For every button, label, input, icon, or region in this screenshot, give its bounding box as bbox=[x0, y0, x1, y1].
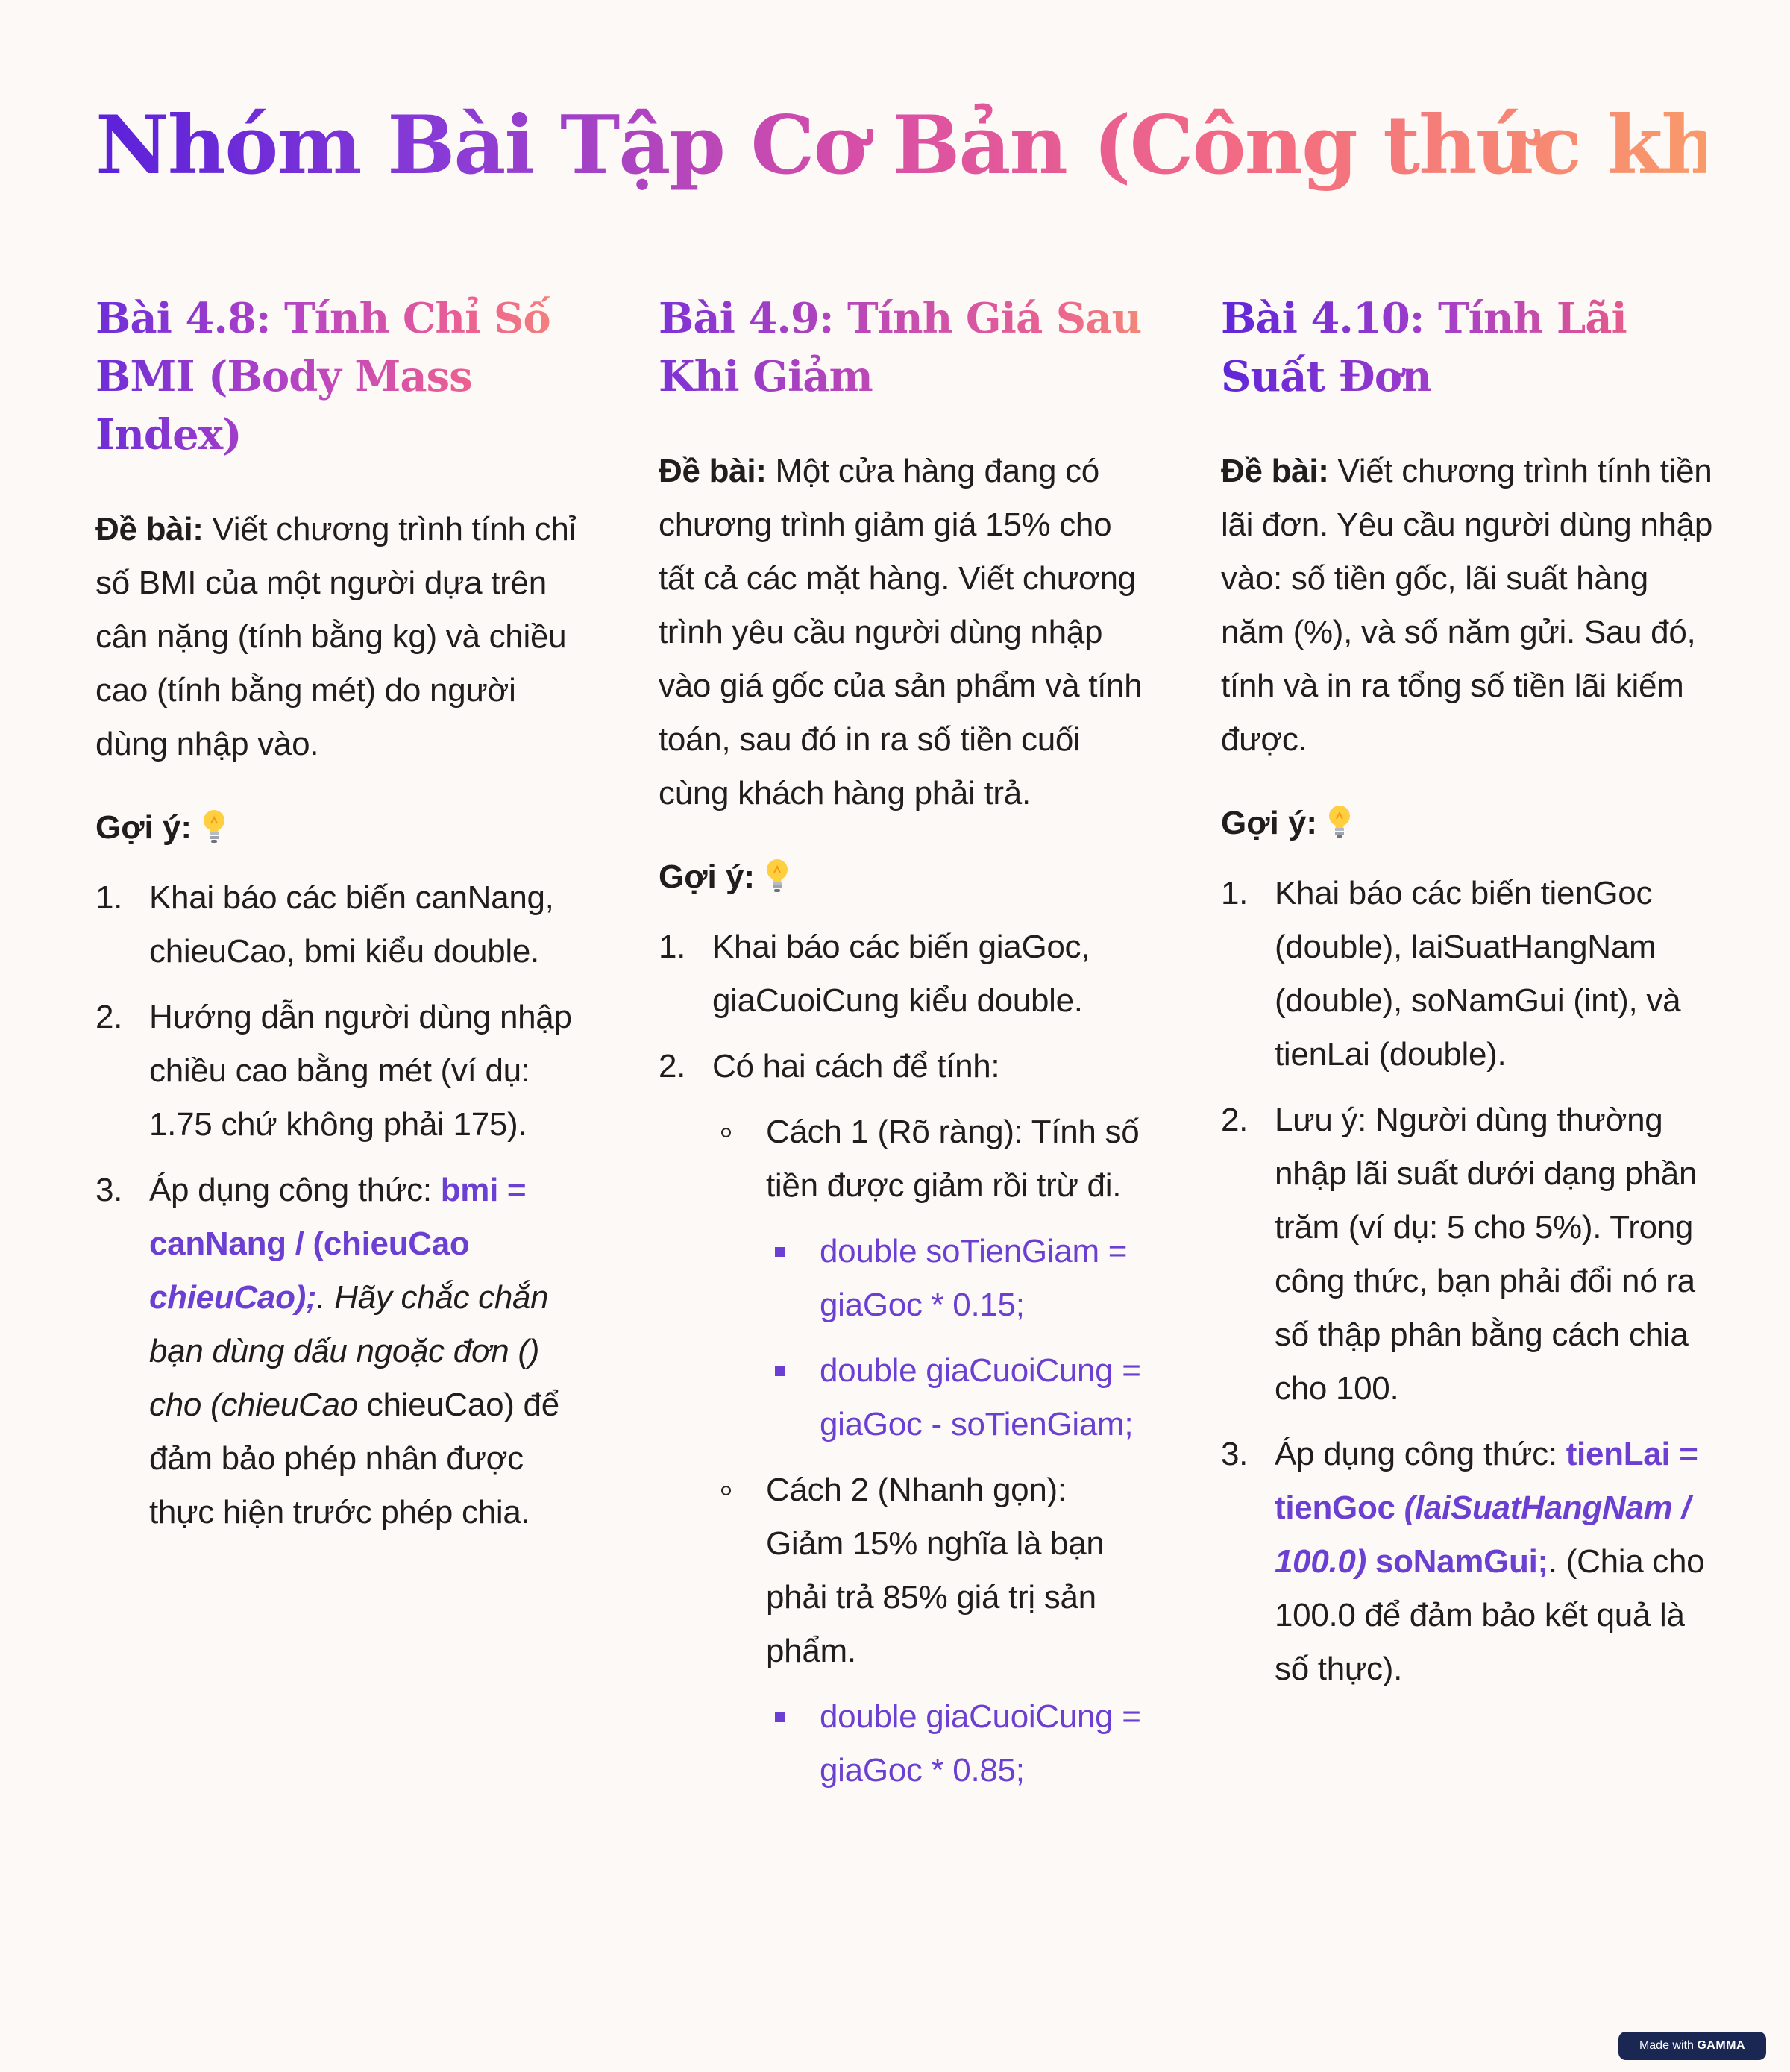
problem-statement: Đề bài: Viết chương trình tính tiền lãi … bbox=[1221, 445, 1713, 767]
method-list: Cách 1 (Rõ ràng): Tính số tiền được giảm… bbox=[712, 1105, 1151, 1798]
exercise-heading: Bài 4.8: Tính Chỉ Số BMI (Body Mass Inde… bbox=[95, 289, 588, 464]
problem-label: Đề bài: bbox=[659, 453, 767, 489]
code-line: double giaCuoiCung = giaGoc * 0.85; bbox=[766, 1690, 1151, 1798]
hint-label: Gợi ý: bbox=[659, 858, 756, 895]
problem-label: Đề bài: bbox=[1221, 453, 1329, 489]
problem-text: Viết chương trình tính tiền lãi đơn. Yêu… bbox=[1221, 453, 1713, 758]
code-line: double soTienGiam = giaGoc * 0.15; bbox=[766, 1225, 1151, 1332]
step-item: 3. Áp dụng công thức: tienLai = tienGoc (… bbox=[1221, 1428, 1713, 1696]
hint-heading: Gợi ý: bbox=[659, 850, 1151, 904]
step-number: 3. bbox=[95, 1172, 123, 1208]
exercise-heading: Bài 4.10: Tính Lãi Suất Đơn bbox=[1221, 289, 1713, 406]
gamma-logo-text: GAMMA bbox=[1697, 2039, 1746, 2052]
code-text: double soTienGiam = giaGoc * 0.15; bbox=[820, 1233, 1128, 1323]
step-list: 1. Khai báo các biến tienGoc (double), la… bbox=[1221, 867, 1713, 1696]
step-text: Lưu ý: Người dùng thường nhập lãi suất d… bbox=[1275, 1102, 1698, 1407]
code-line: double giaCuoiCung = giaGoc - soTienGiam… bbox=[766, 1344, 1151, 1451]
step-text: Áp dụng công thức: bbox=[149, 1172, 441, 1208]
step-item: 1. Khai báo các biến canNang, chieuCao, b… bbox=[95, 871, 588, 979]
exercise-heading: Bài 4.9: Tính Giá Sau Khi Giảm bbox=[659, 289, 1151, 406]
step-text: Khai báo các biến canNang, chieuCao, bmi… bbox=[149, 879, 554, 970]
step-text: Hướng dẫn người dùng nhập chiều cao bằng… bbox=[149, 999, 572, 1143]
square-bullet-icon bbox=[775, 1712, 785, 1722]
step-text: Khai báo các biến giaGoc, giaCuoiCung ki… bbox=[712, 929, 1090, 1019]
problem-statement: Đề bài: Viết chương trình tính chỉ số BM… bbox=[95, 503, 588, 771]
exercise-card-4-9: Bài 4.9: Tính Giá Sau Khi Giảm Đề bài: M… bbox=[659, 289, 1151, 1809]
hint-label: Gợi ý: bbox=[95, 809, 192, 846]
exercise-card-4-10: Bài 4.10: Tính Lãi Suất Đơn Đề bài: Viết… bbox=[1221, 289, 1713, 1708]
method-item: Cách 1 (Rõ ràng): Tính số tiền được giảm… bbox=[712, 1105, 1151, 1451]
hint-heading: Gợi ý: bbox=[1221, 797, 1713, 850]
formula-text: soNamGui; bbox=[1366, 1543, 1548, 1580]
problem-text: Viết chương trình tính chỉ số BMI của mộ… bbox=[95, 511, 577, 762]
step-item: 1. Khai báo các biến tienGoc (double), la… bbox=[1221, 867, 1713, 1081]
hint-heading: Gợi ý: bbox=[95, 801, 588, 855]
step-text: Có hai cách để tính: bbox=[712, 1048, 1000, 1084]
formula-text-italic: chieuCao); bbox=[149, 1279, 317, 1316]
step-item: 2. Hướng dẫn người dùng nhập chiều cao bằ… bbox=[95, 991, 588, 1152]
problem-label: Đề bài: bbox=[95, 511, 204, 547]
badge-prefix: Made with bbox=[1639, 2039, 1694, 2052]
step-number: 2. bbox=[659, 1048, 686, 1084]
problem-text: Một cửa hàng đang có chương trình giảm g… bbox=[659, 453, 1143, 811]
problem-statement: Đề bài: Một cửa hàng đang có chương trìn… bbox=[659, 445, 1151, 820]
method-item: Cách 2 (Nhanh gọn): Giảm 15% nghĩa là bạ… bbox=[712, 1463, 1151, 1798]
step-list: 1. Khai báo các biến canNang, chieuCao, b… bbox=[95, 871, 588, 1539]
hint-label: Gợi ý: bbox=[1221, 805, 1318, 841]
code-text: double giaCuoiCung = giaGoc * 0.85; bbox=[820, 1698, 1141, 1789]
code-list: double soTienGiam = giaGoc * 0.15; doubl… bbox=[766, 1225, 1151, 1451]
made-with-gamma-badge[interactable]: Made with GAMMA bbox=[1618, 2032, 1766, 2060]
circle-bullet-icon bbox=[721, 1128, 731, 1137]
step-item: 1. Khai báo các biến giaGoc, giaCuoiCung … bbox=[659, 920, 1151, 1028]
code-list: double giaCuoiCung = giaGoc * 0.85; bbox=[766, 1690, 1151, 1798]
square-bullet-icon bbox=[775, 1366, 785, 1376]
lightbulb-icon bbox=[765, 858, 789, 894]
square-bullet-icon bbox=[775, 1247, 785, 1257]
code-text: double giaCuoiCung = giaGoc - soTienGiam… bbox=[820, 1352, 1141, 1442]
step-number: 1. bbox=[659, 929, 686, 965]
step-number: 1. bbox=[1221, 875, 1249, 911]
step-text: Khai báo các biến tienGoc (double), laiS… bbox=[1275, 875, 1681, 1073]
step-number: 1. bbox=[95, 879, 123, 916]
step-text: Áp dụng công thức: bbox=[1275, 1436, 1566, 1472]
method-text: Cách 2 (Nhanh gọn): Giảm 15% nghĩa là bạ… bbox=[766, 1472, 1105, 1669]
step-number: 2. bbox=[1221, 1102, 1249, 1138]
step-item: 3. Áp dụng công thức: bmi = canNang / (ch… bbox=[95, 1164, 588, 1539]
step-list: 1. Khai báo các biến giaGoc, giaCuoiCung … bbox=[659, 920, 1151, 1798]
step-number: 3. bbox=[1221, 1436, 1249, 1472]
step-item: 2. Có hai cách để tính: Cách 1 (Rõ ràng):… bbox=[659, 1040, 1151, 1798]
step-item: 2. Lưu ý: Người dùng thường nhập lãi suất… bbox=[1221, 1093, 1713, 1416]
method-text: Cách 1 (Rõ ràng): Tính số tiền được giảm… bbox=[766, 1114, 1140, 1204]
page-title: Nhóm Bài Tập Cơ Bản (Công thức khác) bbox=[95, 90, 1790, 201]
lightbulb-icon bbox=[1328, 804, 1351, 840]
circle-bullet-icon bbox=[721, 1486, 731, 1495]
step-number: 2. bbox=[95, 999, 123, 1035]
lightbulb-icon bbox=[202, 809, 226, 844]
exercise-card-4-8: Bài 4.8: Tính Chỉ Số BMI (Body Mass Inde… bbox=[95, 289, 588, 1551]
